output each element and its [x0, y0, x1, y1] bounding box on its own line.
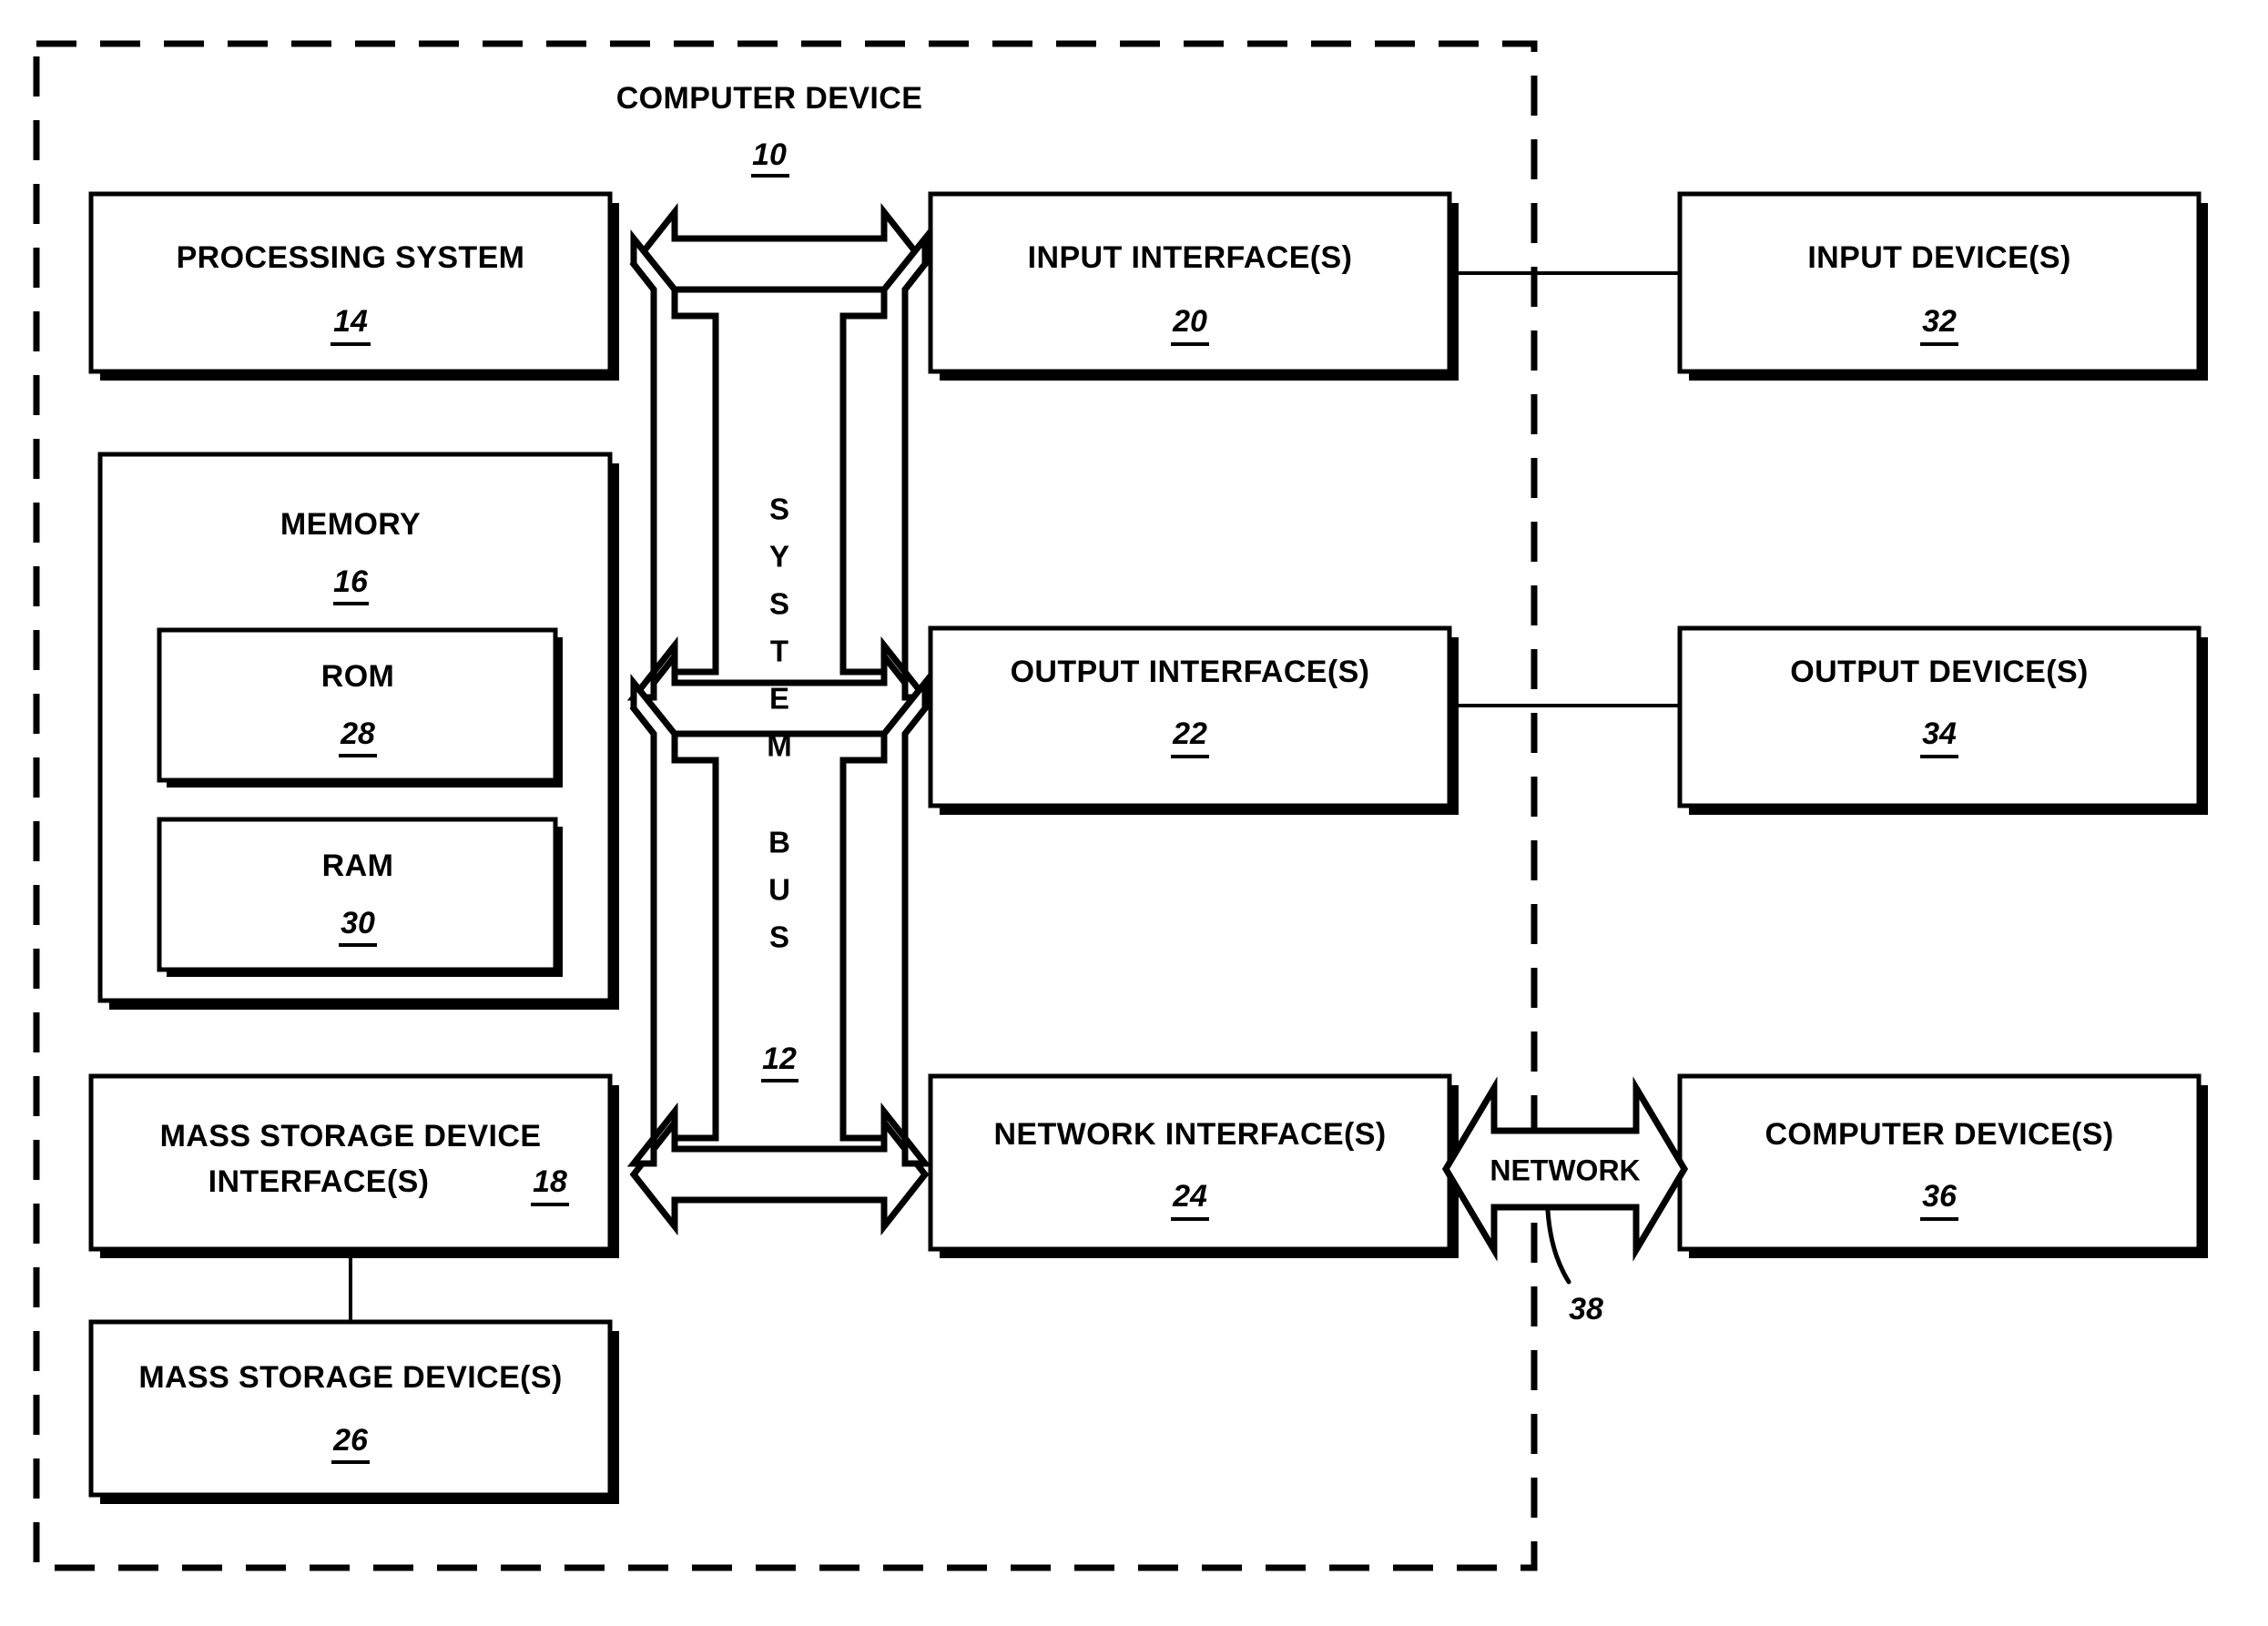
- mass-storage-interface-label-line2: INTERFACE(S): [208, 1164, 430, 1199]
- block-output-interface[interactable]: OUTPUT INTERFACE(S) 22: [928, 625, 1459, 815]
- memory-ref: 16: [333, 564, 369, 599]
- ram-label: RAM: [322, 849, 394, 883]
- output-interface-label: OUTPUT INTERFACE(S): [1011, 655, 1370, 689]
- processing-system-label: PROCESSING SYSTEM: [177, 240, 525, 275]
- block-mass-storage-device-interface[interactable]: MASS STORAGE DEVICE INTERFACE(S) 18: [88, 1073, 619, 1258]
- network-arrow-label: NETWORK: [1490, 1153, 1640, 1186]
- block-mass-storage-device[interactable]: MASS STORAGE DEVICE(S) 26: [88, 1319, 619, 1504]
- figure-svg: COMPUTER DEVICE 10 S Y S T E M B U S 12: [33, 40, 2208, 1571]
- network-arrow-ref: 38: [1569, 1292, 1603, 1326]
- bus-letter-4: E: [769, 682, 789, 716]
- input-interface-label: INPUT INTERFACE(S): [1028, 240, 1353, 275]
- bus-letter-2: S: [769, 587, 789, 621]
- page-title: COMPUTER DEVICE: [616, 81, 923, 116]
- bus-letter-9: S: [769, 920, 789, 954]
- block-network-interface[interactable]: NETWORK INTERFACE(S) 24: [928, 1073, 1459, 1258]
- bus-channel-right-lower: [839, 674, 932, 1167]
- processing-system-ref: 14: [333, 304, 368, 339]
- bus-channel-left-upper: [626, 229, 719, 701]
- bus-letter-5: M: [767, 729, 792, 763]
- block-rom[interactable]: ROM 28: [157, 627, 563, 788]
- rom-label: ROM: [321, 659, 395, 694]
- memory-label: MEMORY: [280, 507, 421, 542]
- system-bus: S Y S T E M B U S 12: [626, 202, 932, 1236]
- network-interface-label: NETWORK INTERFACE(S): [993, 1117, 1386, 1152]
- system-bus-ref: 12: [762, 1042, 797, 1076]
- ram-ref: 30: [341, 906, 375, 940]
- network-arrow: NETWORK 38: [1441, 1076, 1689, 1326]
- input-interface-ref: 20: [1172, 304, 1207, 339]
- bus-channel-right-upper: [839, 229, 932, 701]
- bus-letter-0: S: [769, 493, 789, 526]
- input-device-ref: 32: [1922, 304, 1957, 339]
- mass-storage-interface-label-line1: MASS STORAGE DEVICE: [160, 1119, 542, 1153]
- computer-devices-ref: 36: [1922, 1179, 1958, 1214]
- patent-figure-diagram: COMPUTER DEVICE 10 S Y S T E M B U S 12: [0, 0, 2268, 1626]
- computer-devices-label: COMPUTER DEVICE(S): [1765, 1117, 2113, 1152]
- network-ref-leader: [1545, 1208, 1571, 1285]
- output-interface-ref: 22: [1172, 716, 1207, 751]
- output-device-ref: 34: [1922, 716, 1957, 751]
- network-interface-ref: 24: [1172, 1179, 1207, 1214]
- bus-letter-3: T: [770, 635, 788, 668]
- block-input-device[interactable]: INPUT DEVICE(S) 32: [1677, 191, 2208, 381]
- bus-letter-1: Y: [769, 540, 789, 574]
- block-output-device[interactable]: OUTPUT DEVICE(S) 34: [1677, 625, 2208, 815]
- mass-storage-interface-ref: 18: [533, 1164, 567, 1199]
- mass-storage-device-label: MASS STORAGE DEVICE(S): [138, 1360, 562, 1395]
- output-device-label: OUTPUT DEVICE(S): [1790, 655, 2089, 689]
- bus-letter-8: U: [768, 873, 790, 907]
- block-computer-devices[interactable]: COMPUTER DEVICE(S) 36: [1677, 1073, 2208, 1258]
- input-device-label: INPUT DEVICE(S): [1807, 240, 2070, 275]
- mass-storage-device-ref: 26: [332, 1423, 369, 1458]
- rom-ref: 28: [340, 716, 375, 751]
- block-ram[interactable]: RAM 30: [157, 817, 563, 977]
- bus-letter-7: B: [768, 826, 790, 859]
- block-processing-system[interactable]: PROCESSING SYSTEM 14: [88, 191, 619, 381]
- page-title-ref: 10: [752, 137, 787, 172]
- block-input-interface[interactable]: INPUT INTERFACE(S) 20: [928, 191, 1459, 381]
- bus-channel-left-lower: [626, 674, 719, 1167]
